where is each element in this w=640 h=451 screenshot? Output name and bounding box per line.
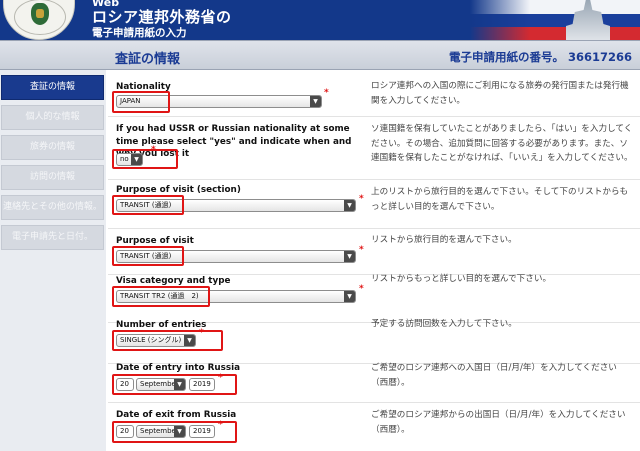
sidebar-item-personal-info[interactable]: 個人的な情報 <box>1 105 104 130</box>
purpose-section-help: 上のリストから旅行目的を選んで下さい。そして下のリストからもっと詳しい目的を選ん… <box>371 187 629 212</box>
purpose-help: リストから旅行目的を選んで下さい。 <box>371 235 517 245</box>
chevron-down-icon: ▼ <box>310 96 321 107</box>
sidebar: 査証の情報 個人的な情報 旅券の情報 訪問の情報 連絡先とその他の情報。 電子申… <box>0 70 106 451</box>
highlight-box <box>112 246 184 266</box>
highlight-box <box>112 286 210 307</box>
header-subtitle: 電子申請用紙の入力 <box>92 27 187 39</box>
form-row-entry-date: Date of entry into Russia 20 Septembe ▼ … <box>108 363 640 403</box>
required-mark: * <box>218 420 223 430</box>
sidebar-item-contact-info[interactable]: 連絡先とその他の情報。 <box>1 195 104 220</box>
chevron-down-icon: ▼ <box>344 251 355 262</box>
form-row-visa-category: Visa category and type TRANSIT TR2 (通過 2… <box>108 274 640 323</box>
form-row-purpose: Purpose of visit TRANSIT (通過) ▼ * リストから旅… <box>108 229 640 275</box>
form-row-exit-date: Date of exit from Russia 20 Septembe ▼ 2… <box>108 403 640 449</box>
highlight-box <box>112 91 170 113</box>
required-mark: * <box>151 145 156 155</box>
highlight-box <box>112 330 223 351</box>
nationality-help: ロシア連邦への入国の際にご利用になる旅券の発行国または発行機関を入力してください… <box>371 81 629 106</box>
chevron-down-icon: ▼ <box>344 200 355 211</box>
required-mark: * <box>218 373 223 383</box>
ussr-help: ソ連国籍を保有していたことがありましたら、「はい」を入力してください。その場合、… <box>371 124 633 163</box>
site-header: Web ロシア連邦外務省の 電子申請用紙の入力 <box>0 0 640 40</box>
application-number: 電子申請用紙の番号。 36617266 <box>448 50 632 64</box>
sidebar-item-visa-info[interactable]: 査証の情報 <box>1 75 104 100</box>
exit-date-help: ご希望のロシア連邦からの出国日（日/月/年）を入力してください（西暦）。 <box>371 410 626 435</box>
visa-category-help: リストからもっと詳しい目的を選んで下さい。 <box>371 274 552 284</box>
highlight-box <box>112 149 178 169</box>
sidebar-item-submission[interactable]: 電子申請先と日付。 <box>1 225 104 250</box>
header-title: ロシア連邦外務省の <box>92 8 232 26</box>
required-mark: * <box>359 245 364 255</box>
form-row-entries: Number of entries SINGLE (シングル) ▼ * 予定する… <box>108 319 640 364</box>
entry-date-help: ご希望のロシア連邦への入国日（日/月/年）を入力してください（西暦）。 <box>371 363 617 388</box>
section-title-bar: 査証の情報 電子申請用紙の番号。 36617266 <box>0 40 640 70</box>
form-row-nationality: Nationality JAPAN ▼ * ロシア連邦への入国の際にご利用になる… <box>108 70 640 117</box>
form-row-purpose-section: Purpose of visit (section) TRANSIT (通過) … <box>108 180 640 229</box>
form-row-ussr: If you had USSR or Russian nationality a… <box>108 117 640 180</box>
required-mark: * <box>324 88 329 98</box>
chevron-down-icon: ▼ <box>344 291 355 302</box>
sidebar-item-visit-info[interactable]: 訪問の情報 <box>1 165 104 190</box>
entries-help: 予定する訪問回数を入力して下さい。 <box>371 319 517 329</box>
ministry-emblem-logo <box>3 0 75 40</box>
form-content: Nationality JAPAN ▼ * ロシア連邦への入国の際にご利用になる… <box>108 70 640 451</box>
required-mark: * <box>359 194 364 204</box>
highlight-box <box>112 195 184 215</box>
section-title: 査証の情報 <box>115 52 181 67</box>
required-mark: * <box>199 328 204 338</box>
required-mark: * <box>359 284 364 294</box>
russian-flag-banner <box>470 0 640 40</box>
eagle-icon <box>31 3 49 25</box>
sidebar-item-passport-info[interactable]: 旅券の情報 <box>1 135 104 160</box>
